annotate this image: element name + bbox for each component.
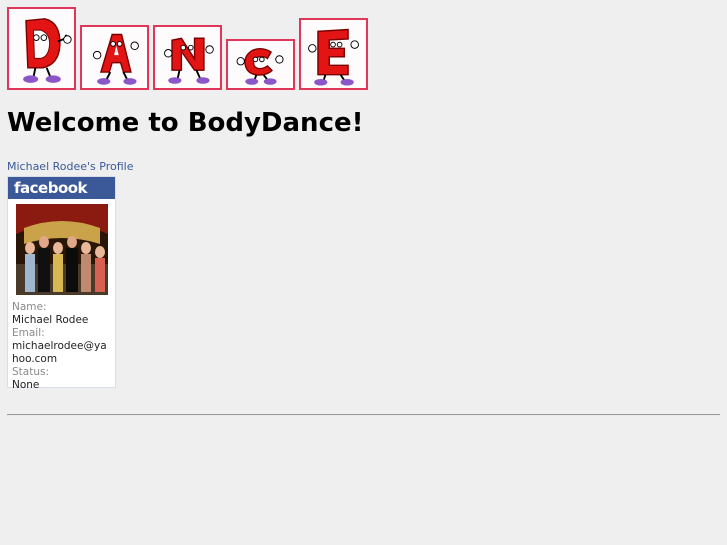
name-value: Michael Rodee xyxy=(12,314,89,326)
profile-field-email: Email: michaelrodee@yahoo.com xyxy=(12,327,112,366)
profile-field-status: Status: None xyxy=(12,366,112,392)
dancing-letter-a-image xyxy=(80,25,149,90)
dance-banner xyxy=(7,7,369,91)
email-value: michaelrodee@yahoo.com xyxy=(12,340,107,365)
status-value: None xyxy=(12,379,40,391)
profile-link[interactable]: Michael Rodee's Profile xyxy=(7,160,133,173)
profile-field-name: Name: Michael Rodee xyxy=(12,301,112,327)
facebook-profile-badge[interactable]: facebook Name: Michael Rodee Email: mich… xyxy=(7,176,116,391)
dancing-letter-c-image xyxy=(226,39,295,90)
name-label: Name: xyxy=(12,301,47,313)
profile-fields: Name: Michael Rodee Email: michaelrodee@… xyxy=(12,301,112,392)
dancing-letter-d-image xyxy=(7,7,76,90)
status-label: Status: xyxy=(12,366,49,378)
profile-photo[interactable] xyxy=(16,204,108,295)
page-title: Welcome to BodyDance! xyxy=(7,108,364,138)
dancing-letter-e-image xyxy=(299,18,368,90)
dancing-letter-n-image xyxy=(153,25,222,90)
facebook-logo[interactable]: facebook xyxy=(8,177,115,199)
email-label: Email: xyxy=(12,327,45,339)
horizontal-rule xyxy=(7,414,720,416)
